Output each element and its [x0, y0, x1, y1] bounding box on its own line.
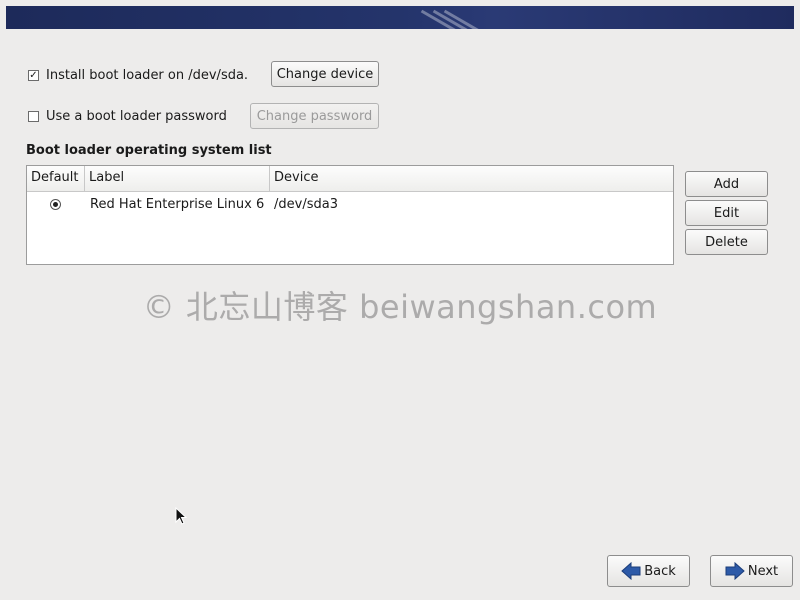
edit-button[interactable]: Edit: [685, 200, 768, 226]
bootloader-password-checkbox[interactable]: [28, 111, 39, 122]
default-cell[interactable]: [27, 198, 85, 210]
column-header-default[interactable]: Default: [27, 166, 85, 191]
column-header-label[interactable]: Label: [85, 166, 270, 191]
delete-button[interactable]: Delete: [685, 229, 768, 255]
change-device-button[interactable]: Change device: [271, 61, 379, 87]
radio-selected-dot: [53, 201, 58, 207]
mouse-pointer-icon: [175, 507, 187, 525]
label-cell: Red Hat Enterprise Linux 6: [90, 196, 265, 212]
back-button[interactable]: Back: [607, 555, 690, 587]
header-banner: [6, 6, 794, 29]
back-button-label: Back: [644, 563, 676, 579]
next-button[interactable]: Next: [710, 555, 793, 587]
change-password-button: Change password: [250, 103, 379, 129]
column-header-device[interactable]: Device: [270, 166, 673, 191]
bootloader-password-label: Use a boot loader password: [46, 109, 227, 124]
install-bootloader-checkbox[interactable]: ✓: [28, 70, 39, 81]
bootloader-password-row[interactable]: Use a boot loader password: [28, 109, 227, 124]
install-bootloader-row[interactable]: ✓ Install boot loader on /dev/sda.: [28, 68, 248, 83]
os-list-header: Default Label Device: [27, 166, 673, 192]
next-arrow-icon: [725, 562, 745, 580]
table-row[interactable]: Red Hat Enterprise Linux 6 /dev/sda3: [27, 192, 673, 216]
add-button[interactable]: Add: [685, 171, 768, 197]
os-list-table[interactable]: Default Label Device Red Hat Enterprise …: [26, 165, 674, 265]
install-bootloader-label: Install boot loader on /dev/sda.: [46, 68, 249, 83]
watermark: © 北忘山博客 beiwangshan.com: [142, 288, 658, 326]
back-arrow-icon: [621, 562, 641, 580]
default-radio[interactable]: [50, 198, 61, 210]
device-cell: /dev/sda3: [274, 196, 338, 212]
next-button-label: Next: [747, 563, 779, 579]
os-list-title: Boot loader operating system list: [26, 143, 272, 158]
